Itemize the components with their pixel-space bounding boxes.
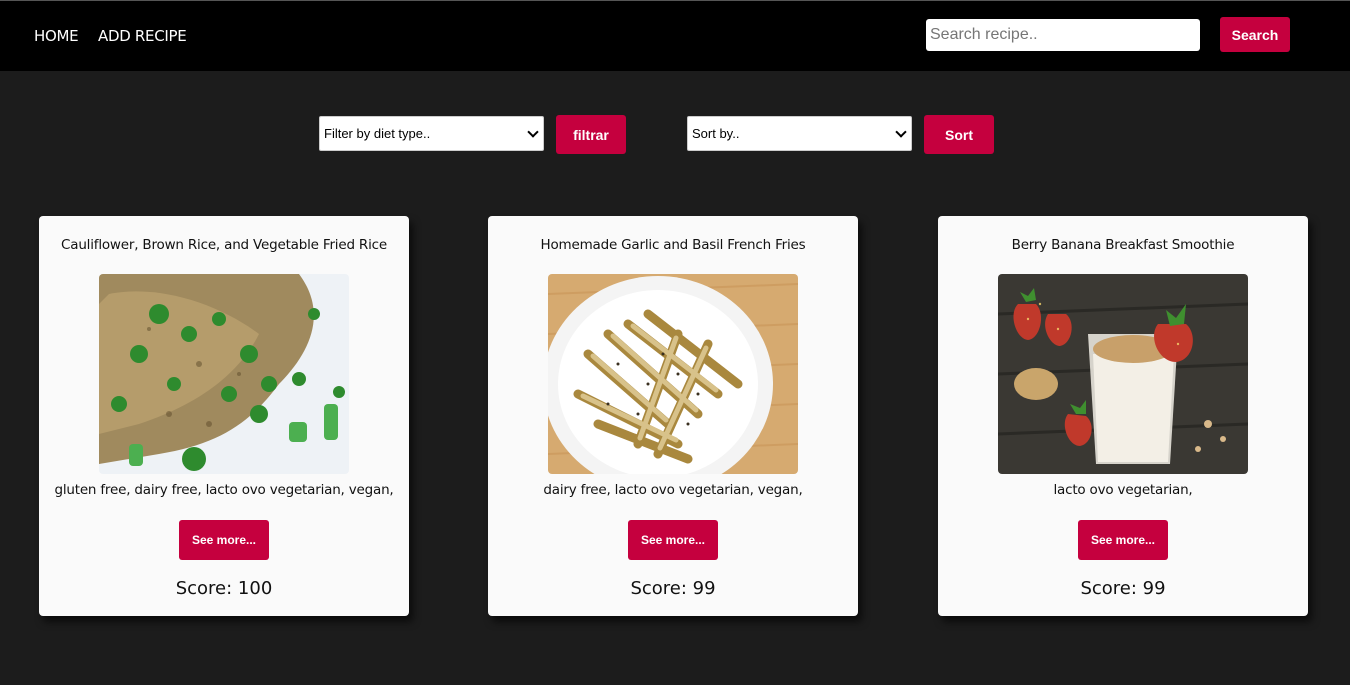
diet-type-select[interactable]: Filter by diet type.. bbox=[319, 116, 544, 151]
recipe-diets: lacto ovo vegetarian, bbox=[1053, 482, 1193, 498]
diet-type-select-value: Filter by diet type.. bbox=[324, 126, 431, 141]
recipe-title: Cauliflower, Brown Rice, and Vegetable F… bbox=[61, 237, 387, 253]
recipe-score: Score: 99 bbox=[630, 578, 716, 599]
recipe-diets: gluten free, dairy free, lacto ovo veget… bbox=[54, 482, 394, 498]
see-more-button[interactable]: See more... bbox=[628, 520, 718, 560]
french-fries-photo bbox=[548, 274, 798, 474]
recipe-image bbox=[998, 274, 1248, 474]
filter-button[interactable]: filtrar bbox=[556, 115, 626, 154]
chevron-down-icon bbox=[895, 126, 907, 138]
see-more-button[interactable]: See more... bbox=[1078, 520, 1168, 560]
fried-rice-photo bbox=[99, 274, 349, 474]
recipe-diets: dairy free, lacto ovo vegetarian, vegan, bbox=[543, 482, 803, 498]
navbar: HOME ADD RECIPE Search bbox=[0, 0, 1350, 71]
see-more-button[interactable]: See more... bbox=[179, 520, 269, 560]
recipe-title: Berry Banana Breakfast Smoothie bbox=[1011, 237, 1235, 253]
recipe-title: Homemade Garlic and Basil French Fries bbox=[540, 237, 806, 253]
recipe-card: Cauliflower, Brown Rice, and Vegetable F… bbox=[39, 216, 409, 616]
sort-select[interactable]: Sort by.. bbox=[687, 116, 912, 151]
nav-add-recipe-link[interactable]: ADD RECIPE bbox=[98, 27, 187, 45]
sort-button[interactable]: Sort bbox=[924, 115, 994, 154]
recipe-image bbox=[99, 274, 349, 474]
nav-home-link[interactable]: HOME bbox=[34, 27, 79, 45]
recipe-card: Berry Banana Breakfast Smoothie lacto ov… bbox=[938, 216, 1308, 616]
search-input[interactable] bbox=[926, 19, 1200, 51]
smoothie-photo bbox=[998, 274, 1248, 474]
recipe-score: Score: 100 bbox=[175, 578, 273, 599]
recipe-score: Score: 99 bbox=[1080, 578, 1166, 599]
recipe-image bbox=[548, 274, 798, 474]
sort-select-value: Sort by.. bbox=[692, 126, 740, 141]
chevron-down-icon bbox=[527, 126, 539, 138]
search-button[interactable]: Search bbox=[1220, 17, 1290, 52]
recipe-card: Homemade Garlic and Basil French Fries d… bbox=[488, 216, 858, 616]
